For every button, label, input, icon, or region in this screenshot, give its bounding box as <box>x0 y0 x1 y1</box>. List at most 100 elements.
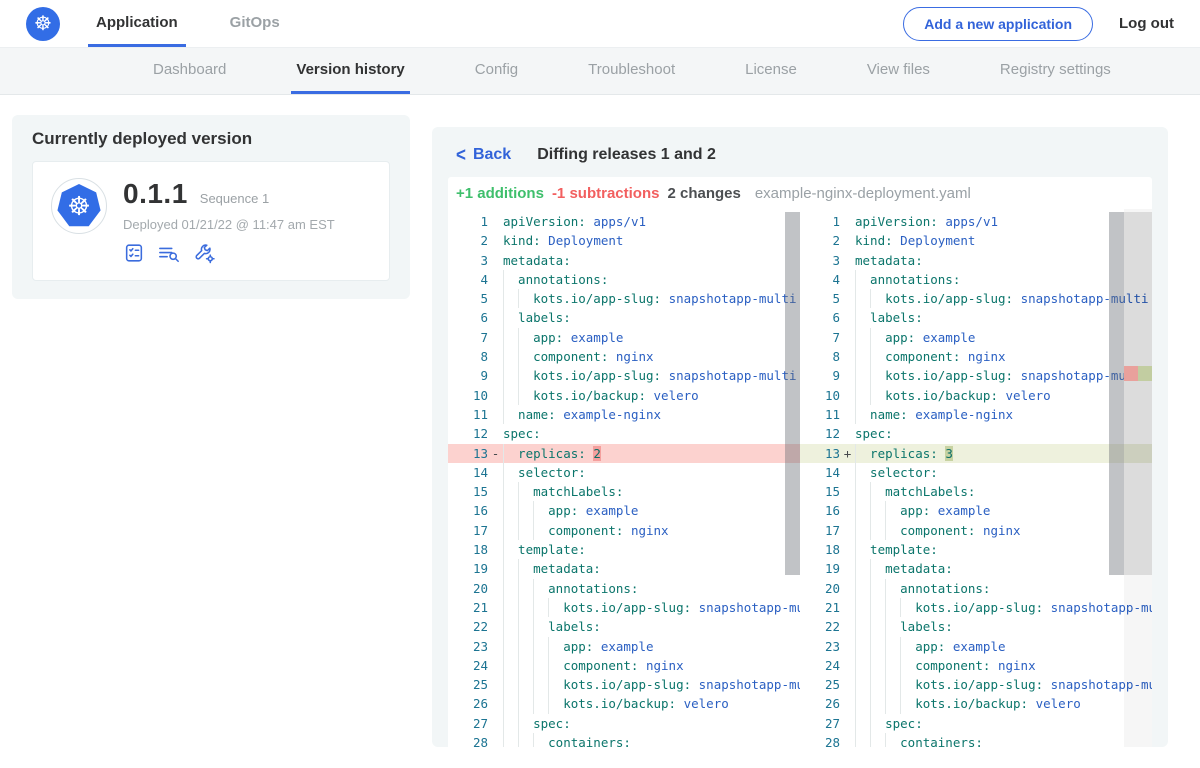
diff-marker <box>488 424 503 443</box>
line-content: kots.io/app-slug: snapshotapp-multi <box>855 598 1152 617</box>
marker-removed <box>1124 366 1138 381</box>
diff-marker <box>488 463 503 482</box>
subnav-item-dashboard[interactable]: Dashboard <box>148 48 231 94</box>
line-number: 15 <box>448 482 488 501</box>
subnav-item-troubleshoot[interactable]: Troubleshoot <box>583 48 680 94</box>
diff-marker <box>488 540 503 559</box>
code-line-22: 22labels: <box>448 617 800 636</box>
code-line-20: 20annotations: <box>448 579 800 598</box>
line-number: 10 <box>448 386 488 405</box>
code-line-14: 14selector: <box>800 463 1152 482</box>
code-line-6: 6labels: <box>448 308 800 327</box>
code-line-8: 8component: nginx <box>800 347 1152 366</box>
line-content: replicas: 2 <box>503 444 800 463</box>
diff-marker <box>840 501 855 520</box>
line-number: 15 <box>800 482 840 501</box>
line-number: 4 <box>800 270 840 289</box>
diff-marker <box>488 598 503 617</box>
changes-count: 2 changes <box>667 185 740 202</box>
subnav-item-license[interactable]: License <box>740 48 802 94</box>
code-line-10: 10kots.io/backup: velero <box>800 386 1152 405</box>
subnav-item-version-history[interactable]: Version history <box>291 48 409 94</box>
line-content: kots.io/app-slug: snapshotapp-multi <box>855 366 1152 385</box>
subtractions-count: -1 subtractions <box>552 185 660 202</box>
line-content: kots.io/app-slug: snapshotapp-multi <box>855 289 1152 308</box>
logout-link[interactable]: Log out <box>1119 15 1174 32</box>
line-number: 5 <box>448 289 488 308</box>
diff-pane-old[interactable]: 1apiVersion: apps/v12kind: Deployment3me… <box>448 209 800 747</box>
topnav-actions: Add a new application Log out <box>903 0 1200 47</box>
line-number: 13 <box>800 444 840 463</box>
code-line-18: 18template: <box>800 540 1152 559</box>
code-line-4: 4annotations: <box>800 270 1152 289</box>
line-number: 3 <box>448 251 488 270</box>
view-logs-icon[interactable] <box>157 242 181 264</box>
diff-marker <box>840 424 855 443</box>
diff-marker <box>840 482 855 501</box>
line-content: template: <box>503 540 800 559</box>
line-number: 27 <box>448 714 488 733</box>
line-number: 2 <box>448 231 488 250</box>
line-number: 25 <box>800 675 840 694</box>
subnav-item-config[interactable]: Config <box>470 48 523 94</box>
line-number: 7 <box>448 328 488 347</box>
tab-gitops[interactable]: GitOps <box>222 0 288 47</box>
line-content: apiVersion: apps/v1 <box>503 212 800 231</box>
line-number: 22 <box>800 617 840 636</box>
diff-marker <box>488 212 503 231</box>
line-content: containers: <box>503 733 800 747</box>
add-application-button[interactable]: Add a new application <box>903 7 1093 41</box>
line-content: app: example <box>503 501 800 520</box>
line-content: selector: <box>855 463 1152 482</box>
line-content: app: example <box>855 501 1152 520</box>
line-content: kots.io/app-slug: snapshotapp-multi <box>503 598 800 617</box>
diff-marker <box>488 501 503 520</box>
line-number: 22 <box>448 617 488 636</box>
code-line-16: 16app: example <box>800 501 1152 520</box>
code-line-13: 13-replicas: 2 <box>448 444 800 463</box>
preflight-checks-icon[interactable] <box>123 242 145 264</box>
code-line-28: 28containers: <box>448 733 800 747</box>
app-subnav: Dashboard Version history Config Troublesho… <box>0 48 1200 95</box>
tab-application[interactable]: Application <box>88 0 186 47</box>
additions-count: +1 additions <box>456 185 544 202</box>
line-number: 28 <box>800 733 840 747</box>
code-line-4: 4annotations: <box>448 270 800 289</box>
diff-header: < Back Diffing releases 1 and 2 <box>448 143 1152 177</box>
line-number: 20 <box>800 579 840 598</box>
line-content: replicas: 3 <box>855 444 1152 463</box>
diff-pane-new[interactable]: 1apiVersion: apps/v12kind: Deployment3me… <box>800 209 1152 747</box>
line-content: template: <box>855 540 1152 559</box>
code-line-9: 9kots.io/app-slug: snapshotapp-multi <box>800 366 1152 385</box>
configure-icon[interactable] <box>193 242 216 264</box>
scrollbar-thumb[interactable] <box>1109 212 1124 575</box>
sequence-label: Sequence 1 <box>200 191 269 206</box>
code-line-7: 7app: example <box>800 328 1152 347</box>
subnav-item-registry-settings[interactable]: Registry settings <box>995 48 1116 94</box>
subnav-item-view-files[interactable]: View files <box>862 48 935 94</box>
code-line-2: 2kind: Deployment <box>800 231 1152 250</box>
diff-marker: - <box>488 444 503 463</box>
diff-marker <box>488 656 503 675</box>
kubernetes-app-icon: ☸ <box>57 184 101 228</box>
code-line-5: 5kots.io/app-slug: snapshotapp-multi <box>800 289 1152 308</box>
diff-marker <box>840 386 855 405</box>
back-label: Back <box>473 146 511 164</box>
diff-marker <box>840 270 855 289</box>
version-details: 0.1.1 Sequence 1 Deployed 01/21/22 @ 11:… <box>123 178 335 264</box>
line-content: component: nginx <box>503 347 800 366</box>
code-line-21: 21kots.io/app-slug: snapshotapp-multi <box>800 598 1152 617</box>
back-link[interactable]: < Back <box>456 145 511 165</box>
diff-marker <box>840 733 855 747</box>
diff-marker <box>840 694 855 713</box>
line-number: 8 <box>448 347 488 366</box>
scrollbar-thumb[interactable] <box>785 212 800 575</box>
line-content: kots.io/app-slug: snapshotapp-multi <box>503 289 800 308</box>
diff-marker <box>488 231 503 250</box>
diff-marker <box>840 675 855 694</box>
line-number: 27 <box>800 714 840 733</box>
code-line-18: 18template: <box>448 540 800 559</box>
line-number: 16 <box>448 501 488 520</box>
diff-marker <box>488 251 503 270</box>
line-number: 24 <box>448 656 488 675</box>
